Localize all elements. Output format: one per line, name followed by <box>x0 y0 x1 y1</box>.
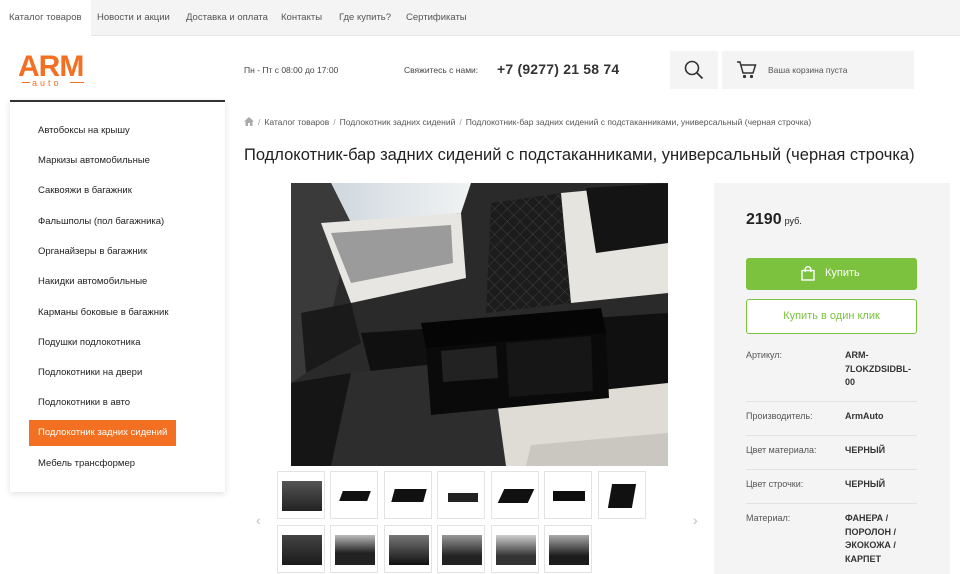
buy-button[interactable]: Купить <box>746 258 917 290</box>
spec-label-material-color: Цвет материала: <box>746 445 817 455</box>
topnav-certificates[interactable]: Сертификаты <box>406 12 467 23</box>
product-photo-illustration <box>291 183 668 466</box>
spec-value-line: ЧЕРНЫЙ <box>845 479 886 489</box>
spec-label-material: Материал: <box>746 513 791 523</box>
search-button[interactable] <box>670 51 718 89</box>
product-price: 2190 руб. <box>746 211 802 229</box>
logo-rule-left <box>22 82 30 83</box>
breadcrumb-separator: / <box>333 117 336 127</box>
price-value: 2190 <box>746 211 782 228</box>
thumbnail-3[interactable] <box>384 471 432 519</box>
spec-value-line: ARM- <box>845 350 869 360</box>
sidebar-item-armrest-cushions[interactable]: Подушки подлокотника <box>38 337 141 348</box>
cart-status: Ваша корзина пуста <box>768 65 848 75</box>
thumbnail-11[interactable] <box>437 525 485 573</box>
sidebar-item-false-floors[interactable]: Фальшполы (пол багажника) <box>38 216 164 227</box>
spec-value-line: 00 <box>845 377 856 387</box>
site-logo[interactable]: ARM auto <box>18 52 88 89</box>
spec-value-line: ArmAuto <box>845 411 884 421</box>
home-icon[interactable] <box>244 117 254 126</box>
cart-button[interactable]: Ваша корзина пуста <box>722 51 914 89</box>
product-main-image[interactable] <box>291 183 668 466</box>
breadcrumb-category[interactable]: Подлокотник задних сидений <box>340 117 456 127</box>
thumbnail-12[interactable] <box>491 525 539 573</box>
spec-value-line: ЧЕРНЫЙ <box>845 445 886 455</box>
sidebar-item-car-armrests[interactable]: Подлокотники в авто <box>38 397 130 408</box>
price-currency: руб. <box>784 216 802 226</box>
thumbnail-6[interactable] <box>544 471 592 519</box>
shopping-bag-icon <box>801 266 815 281</box>
category-sidebar: Автобоксы на крышу Маркизы автомобильные… <box>10 100 225 492</box>
sidebar-item-side-pockets[interactable]: Карманы боковые в багажник <box>38 307 169 318</box>
topnav-contacts[interactable]: Контакты <box>281 12 322 23</box>
thumbnail-2[interactable] <box>330 471 378 519</box>
chevron-right-icon[interactable]: › <box>693 512 698 528</box>
spec-label-sku: Артикул: <box>746 350 783 360</box>
spec-value-material: ФАНЕРА / ПОРОЛОН / ЭКОКОЖА / КАРПЕТ <box>845 512 896 566</box>
breadcrumb: / Каталог товаров / Подлокотник задних сиде… <box>244 117 811 127</box>
phone-number[interactable]: +7 (9277) 21 58 74 <box>497 61 619 77</box>
sidebar-item-roof-boxes[interactable]: Автобоксы на крышу <box>38 125 130 136</box>
spec-value-material-color: ЧЕРНЫЙ <box>845 444 885 458</box>
spec-value-line: ФАНЕРА / <box>845 513 889 523</box>
cart-icon <box>737 61 757 79</box>
sidebar-item-transformer-furniture[interactable]: Мебель трансформер <box>38 458 135 469</box>
sidebar-item-car-covers[interactable]: Накидки автомобильные <box>38 276 147 287</box>
contact-label: Свяжитесь с нами: <box>404 65 479 75</box>
spec-value-line: 7LOKZDSIDBL- <box>845 363 911 374</box>
sidebar-item-trunk-organizers[interactable]: Органайзеры в багажник <box>38 246 147 257</box>
sidebar-item-awnings[interactable]: Маркизы автомобильные <box>38 155 150 166</box>
spec-value-sku: ARM- 7LOKZDSIDBL- 00 <box>845 349 911 390</box>
thumbnail-5[interactable] <box>491 471 539 519</box>
logo-subtext: auto <box>32 78 62 88</box>
sidebar-item-door-armrests[interactable]: Подлокотники на двери <box>38 367 142 378</box>
top-navigation: Каталог товаров Новости и акции Доставка… <box>0 0 960 36</box>
thumbnail-1[interactable] <box>277 471 325 519</box>
working-hours: Пн - Пт с 08:00 до 17:00 <box>244 65 339 75</box>
thumbnail-13[interactable] <box>544 525 592 573</box>
search-icon <box>684 60 704 80</box>
breadcrumb-separator: / <box>459 117 462 127</box>
breadcrumb-catalog[interactable]: Каталог товаров <box>264 117 329 127</box>
divider <box>746 435 917 436</box>
breadcrumb-current: Подлокотник-бар задних сидений с подстак… <box>465 117 812 127</box>
topnav-where-to-buy[interactable]: Где купить? <box>339 12 391 23</box>
topnav-news[interactable]: Новости и акции <box>97 12 170 23</box>
topnav-catalog[interactable]: Каталог товаров <box>0 0 91 36</box>
spec-value-line: ПОРОЛОН / <box>845 526 896 537</box>
spec-value-manufacturer: ArmAuto <box>845 410 884 424</box>
divider <box>746 469 917 470</box>
thumbnail-8[interactable] <box>277 525 325 573</box>
spec-label-manufacturer: Производитель: <box>746 411 813 421</box>
buy-button-label: Купить <box>825 267 860 279</box>
spec-value-stitch-color: ЧЕРНЫЙ <box>845 478 885 492</box>
one-click-buy-button[interactable]: Купить в один клик <box>746 299 917 334</box>
spec-value-line: КАРПЕТ <box>845 553 881 564</box>
chevron-left-icon[interactable]: ‹ <box>256 512 261 528</box>
sidebar-item-trunk-bags[interactable]: Саквояжи в багажник <box>38 185 132 196</box>
breadcrumb-separator: / <box>258 117 261 127</box>
product-title: Подлокотник-бар задних сидений с подстак… <box>244 146 915 164</box>
spec-value-line: ЭКОКОЖА / <box>845 540 896 550</box>
sidebar-item-rear-seat-armrest[interactable]: Подлокотник задних сидений <box>29 420 177 446</box>
thumbnail-4[interactable] <box>437 471 485 519</box>
purchase-panel: 2190 руб. Купить Купить в один клик Артик… <box>714 183 950 574</box>
thumbnail-7[interactable] <box>598 471 646 519</box>
logo-rule-right <box>70 82 84 83</box>
thumbnail-10[interactable] <box>384 525 432 573</box>
spec-label-stitch-color: Цвет строчки: <box>746 479 804 489</box>
thumbnail-9[interactable] <box>330 525 378 573</box>
divider <box>746 401 917 402</box>
divider <box>746 503 917 504</box>
topnav-delivery[interactable]: Доставка и оплата <box>186 12 268 23</box>
